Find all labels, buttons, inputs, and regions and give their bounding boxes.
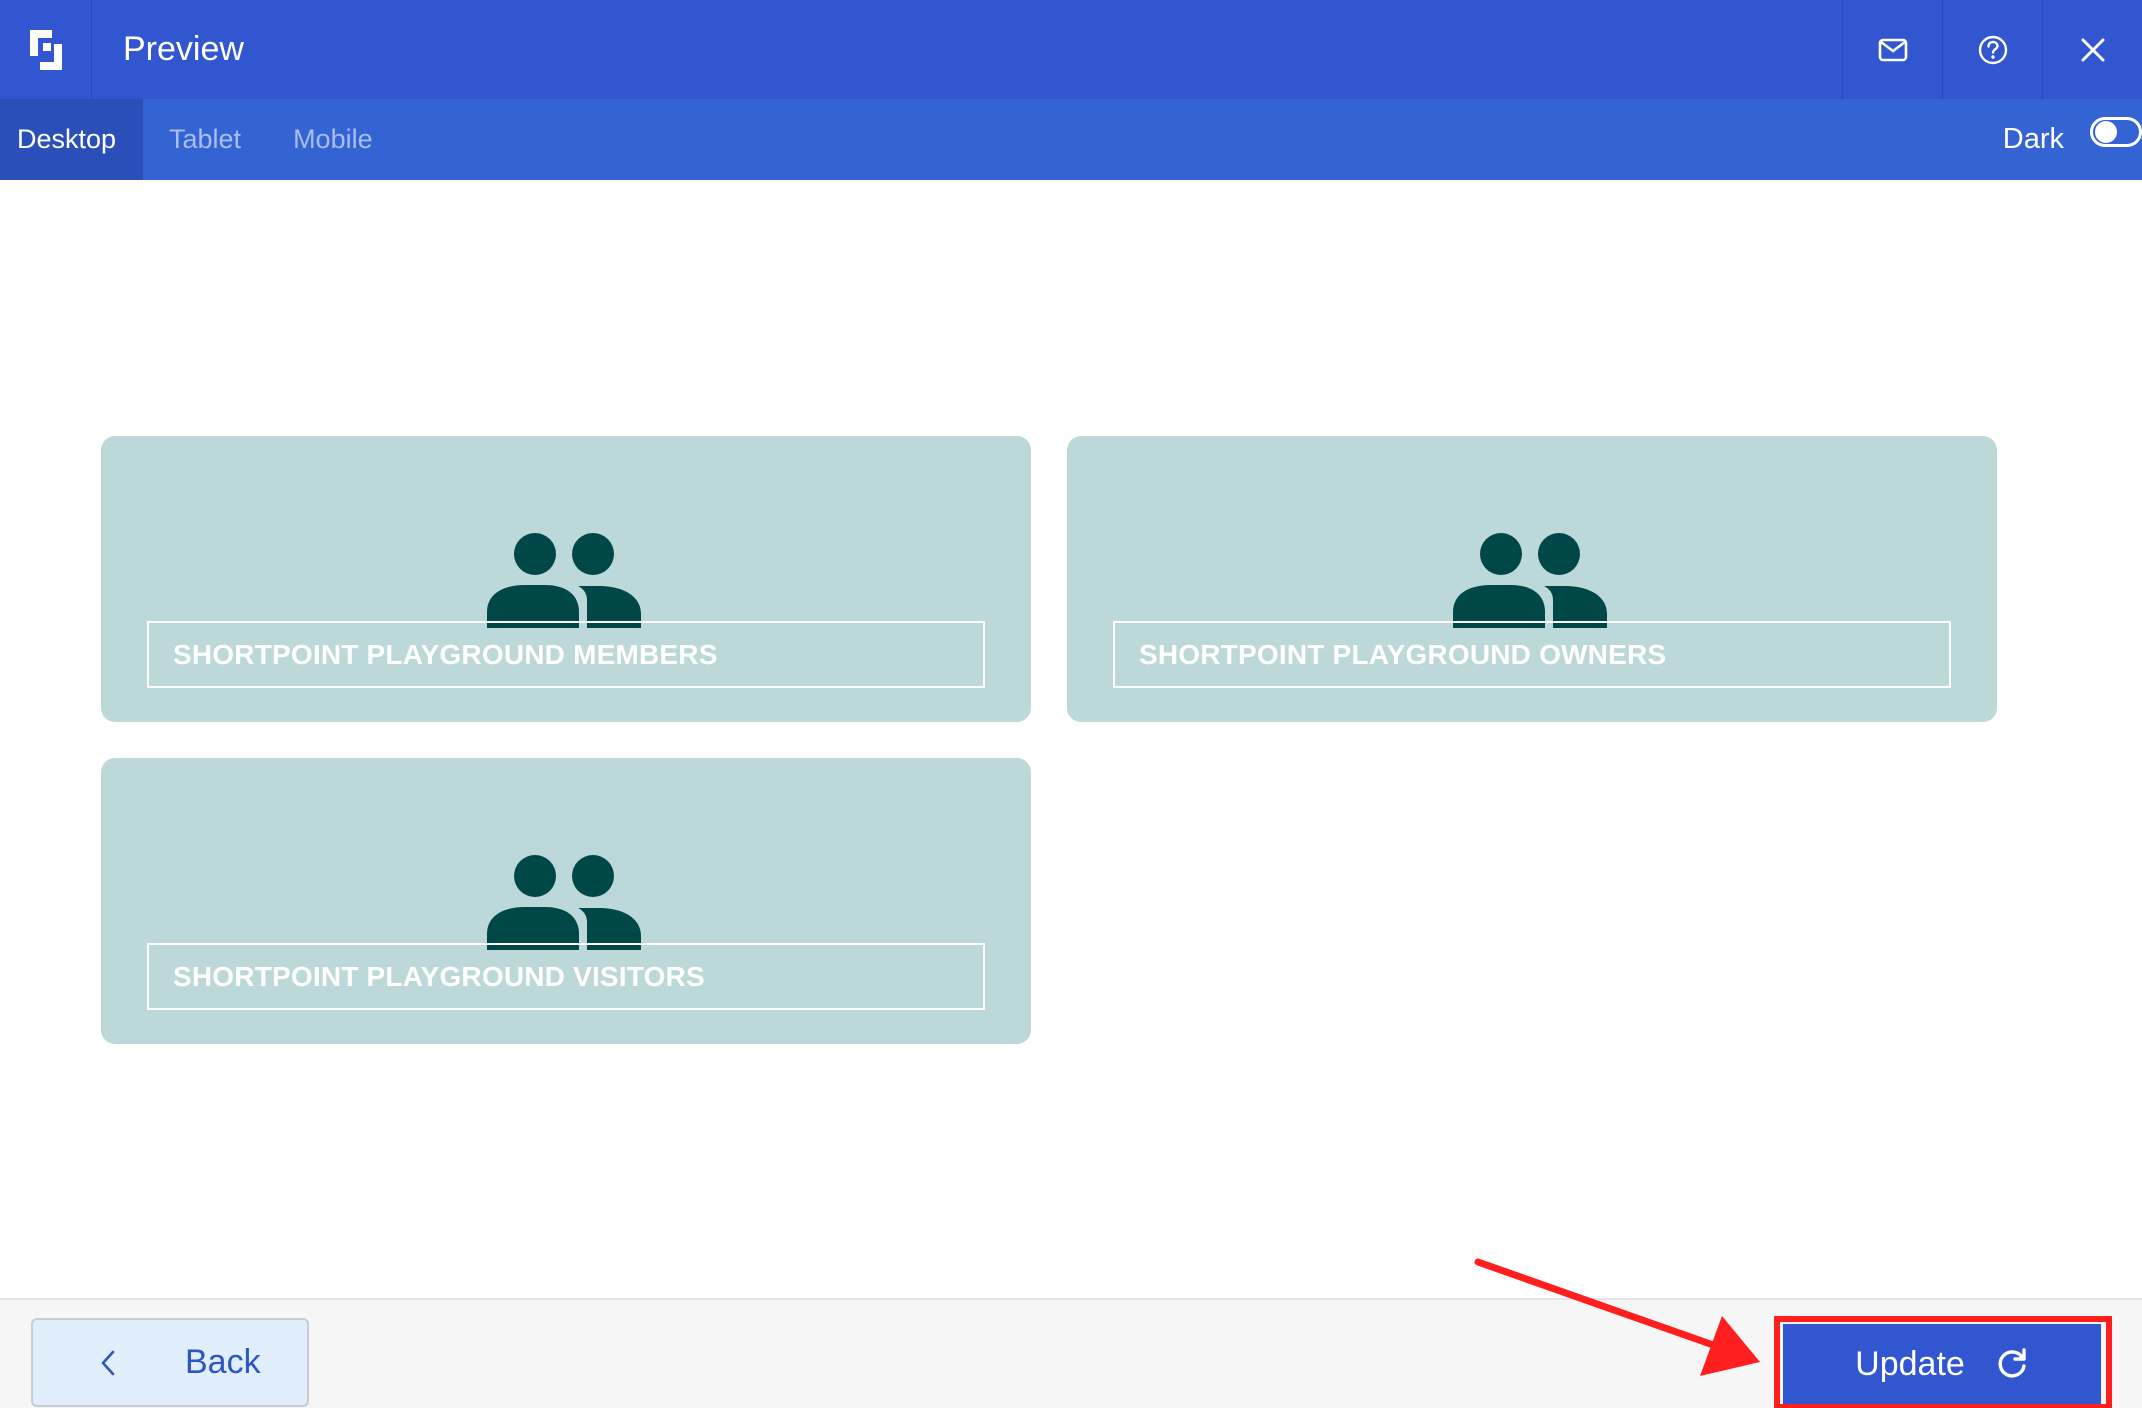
group-label: SHORTPOINT PLAYGROUND MEMBERS bbox=[173, 638, 718, 670]
close-button[interactable] bbox=[2042, 0, 2142, 99]
close-icon bbox=[2081, 38, 2104, 61]
people-icon bbox=[487, 533, 641, 628]
tab-mobile[interactable]: Mobile bbox=[267, 99, 399, 180]
app-header: Preview bbox=[0, 0, 2142, 99]
mail-icon bbox=[1878, 38, 1907, 61]
people-icon bbox=[1453, 533, 1607, 628]
group-card-visitors[interactable]: SHORTPOINT PLAYGROUND VISITORS bbox=[101, 758, 1031, 1044]
chevron-left-icon bbox=[101, 1350, 115, 1376]
group-label-box: SHORTPOINT PLAYGROUND OWNERS bbox=[1113, 621, 1951, 688]
back-label: Back bbox=[185, 1343, 261, 1381]
mail-button[interactable] bbox=[1842, 0, 1942, 99]
group-card-members[interactable]: SHORTPOINT PLAYGROUND MEMBERS bbox=[101, 436, 1031, 722]
footer-bar: Back Update bbox=[0, 1298, 2142, 1408]
tab-spacer bbox=[399, 99, 2003, 180]
refresh-icon bbox=[1998, 1348, 2026, 1378]
group-card-owners[interactable]: SHORTPOINT PLAYGROUND OWNERS bbox=[1067, 436, 1997, 722]
group-label-box: SHORTPOINT PLAYGROUND VISITORS bbox=[147, 943, 985, 1010]
tab-desktop[interactable]: Desktop bbox=[0, 99, 143, 180]
tab-tablet[interactable]: Tablet bbox=[143, 99, 267, 180]
people-icon bbox=[487, 855, 641, 950]
group-label: SHORTPOINT PLAYGROUND VISITORS bbox=[173, 960, 705, 992]
logo bbox=[0, 0, 92, 99]
update-label: Update bbox=[1855, 1344, 1965, 1383]
update-button[interactable]: Update bbox=[1783, 1324, 2101, 1404]
page-title: Preview bbox=[123, 30, 244, 68]
help-icon bbox=[1978, 35, 2007, 64]
group-label-box: SHORTPOINT PLAYGROUND MEMBERS bbox=[147, 621, 985, 688]
dark-mode-label: Dark bbox=[2002, 123, 2064, 155]
help-button[interactable] bbox=[1942, 0, 2042, 99]
back-button[interactable]: Back bbox=[31, 1318, 309, 1407]
toggle-knob bbox=[2095, 121, 2117, 143]
group-label: SHORTPOINT PLAYGROUND OWNERS bbox=[1139, 638, 1667, 670]
logo-icon bbox=[29, 29, 62, 70]
device-tabbar: Desktop Tablet Mobile Dark bbox=[0, 99, 2142, 180]
dark-mode-toggle[interactable] bbox=[2090, 117, 2142, 147]
